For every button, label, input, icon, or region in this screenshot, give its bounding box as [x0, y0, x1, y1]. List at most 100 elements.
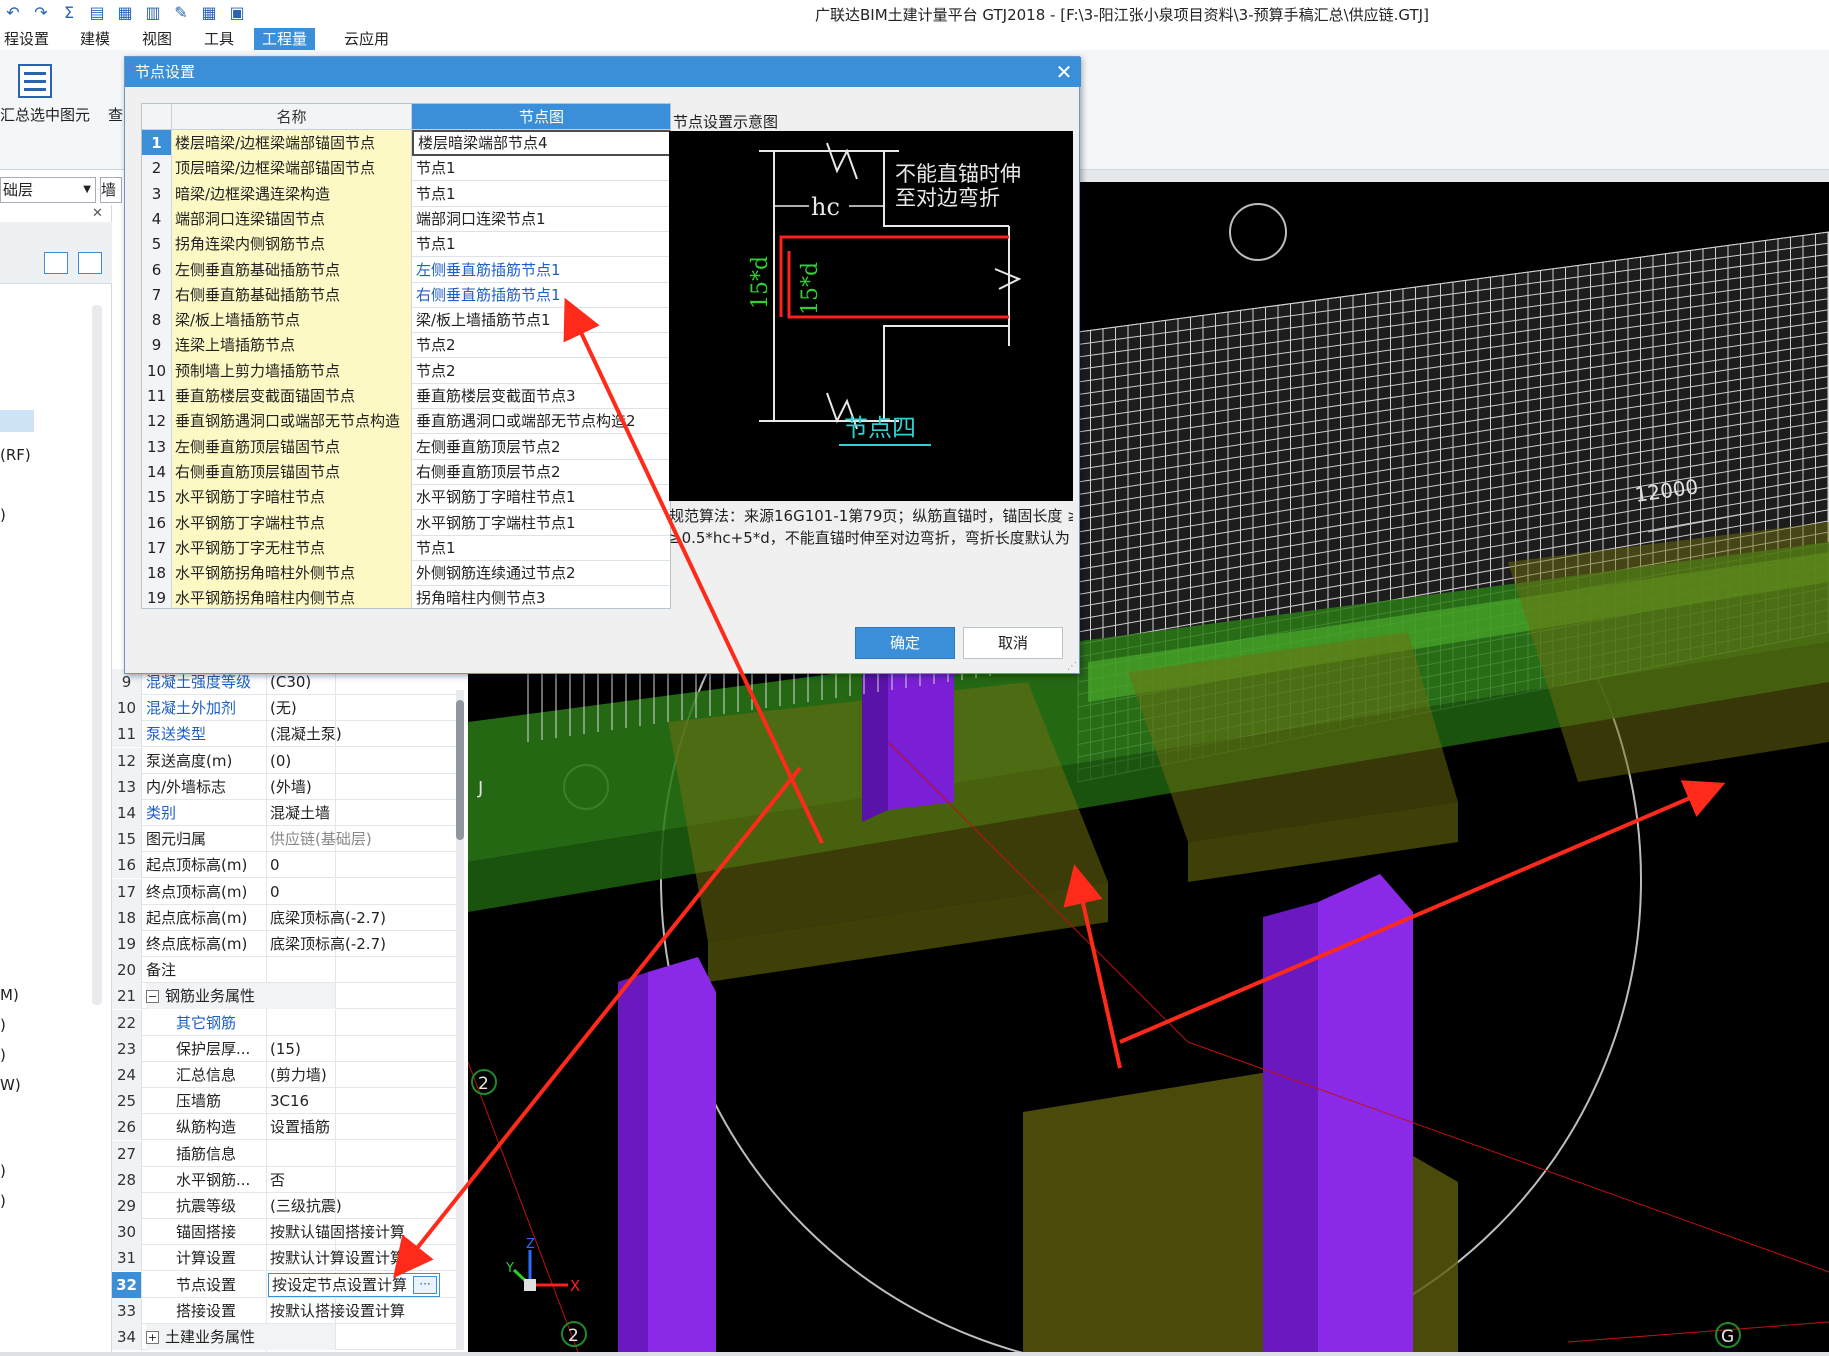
- node-table-row[interactable]: 18 水平钢筋拐角暗柱外侧节点 外侧钢筋连续通过节点2: [142, 560, 670, 587]
- node-table-row[interactable]: 19 水平钢筋拐角暗柱内侧节点 拐角暗柱内侧节点3: [142, 585, 670, 608]
- menu-quantities[interactable]: 工程量: [254, 28, 316, 50]
- property-value[interactable]: 混凝土墙: [270, 800, 330, 826]
- column-header-diagram[interactable]: 节点图: [412, 104, 670, 130]
- left-tree-selected-row[interactable]: [0, 410, 34, 432]
- node-table-row[interactable]: 12 垂直钢筋遇洞口或端部无节点构造 垂直筋遇洞口或端部无节点构造2: [142, 408, 670, 435]
- property-value[interactable]: (无): [270, 695, 297, 721]
- property-row[interactable]: 19 终点底标高(m) 底梁顶标高(-2.7): [112, 931, 464, 957]
- axis-gizmo[interactable]: Z X Y: [505, 1237, 580, 1295]
- left-tree-item[interactable]: W): [0, 1076, 21, 1094]
- node-diagram-cell[interactable]: 节点2: [412, 332, 670, 358]
- node-diagram-cell[interactable]: 水平钢筋丁字端柱节点1: [412, 510, 670, 536]
- node-table-row[interactable]: 3 暗梁/边框梁遇连梁构造 节点1: [142, 180, 670, 207]
- property-row[interactable]: 21− 钢筋业务属性: [112, 983, 464, 1010]
- cancel-button[interactable]: 取消: [963, 627, 1063, 659]
- left-tree-item[interactable]: ): [0, 1046, 6, 1064]
- floor-select[interactable]: 础层 ▼: [0, 177, 96, 203]
- property-row[interactable]: 18 起点底标高(m) 底梁顶标高(-2.7): [112, 904, 464, 931]
- node-diagram-cell[interactable]: 水平钢筋丁字暗柱节点1: [412, 484, 670, 510]
- menu-project-settings[interactable]: 程设置: [0, 28, 57, 50]
- node-diagram-cell[interactable]: 外侧钢筋连续通过节点2: [412, 560, 670, 586]
- resize-grip-icon[interactable]: ⋰: [1067, 661, 1077, 672]
- node-diagram-cell[interactable]: 节点2: [412, 358, 670, 384]
- property-value[interactable]: 底梁顶标高(-2.7): [270, 905, 386, 931]
- node-table-row[interactable]: 10 预制墙上剪力墙插筋节点 节点2: [142, 357, 670, 384]
- node-diagram-cell[interactable]: 端部洞口连梁节点1: [412, 206, 670, 232]
- node-diagram-cell[interactable]: 拐角暗柱内侧节点3: [412, 585, 670, 608]
- property-row[interactable]: 23 保护层厚... (15): [112, 1035, 464, 1062]
- node-table-row[interactable]: 8 梁/板上墙插筋节点 梁/板上墙插筋节点1: [142, 307, 670, 334]
- property-row[interactable]: 25 压墙筋 3C16: [112, 1088, 464, 1115]
- property-value[interactable]: 底梁顶标高(-2.7): [270, 931, 386, 957]
- node-table-row[interactable]: 11 垂直筋楼层变截面锚固节点 垂直筋楼层变截面节点3: [142, 383, 670, 409]
- property-row[interactable]: 24 汇总信息 (剪力墙): [112, 1062, 464, 1088]
- menu-tools[interactable]: 工具: [196, 28, 242, 50]
- property-value[interactable]: 按默认锚固搭接计算: [270, 1219, 405, 1245]
- property-value[interactable]: (剪力墙): [270, 1062, 327, 1088]
- redo-icon[interactable]: ↷: [30, 3, 52, 23]
- calc-icon[interactable]: ▦: [114, 3, 136, 23]
- property-row[interactable]: 20 备注: [112, 957, 464, 984]
- menu-view[interactable]: 视图: [134, 28, 180, 50]
- node-diagram-cell[interactable]: 节点1: [412, 535, 670, 561]
- ok-button[interactable]: 确定: [855, 627, 955, 659]
- node-table-row[interactable]: 4 端部洞口连梁锚固节点 端部洞口连梁节点1: [142, 205, 670, 232]
- property-value[interactable]: 0: [270, 879, 280, 905]
- property-value[interactable]: 否: [270, 1167, 285, 1193]
- property-row[interactable]: 34 + 土建业务属性: [112, 1324, 464, 1350]
- undo-icon[interactable]: ↶: [2, 3, 24, 23]
- node-table-row[interactable]: 9 连梁上墙插筋节点 节点2: [142, 332, 670, 359]
- list-view-icon[interactable]: [44, 252, 68, 274]
- node-diagram-cell[interactable]: 节点1: [412, 155, 670, 181]
- property-row[interactable]: 22 其它钢筋: [112, 1009, 464, 1036]
- column-header-name[interactable]: 名称: [172, 104, 412, 130]
- menu-modeling[interactable]: 建模: [72, 28, 118, 50]
- grid-icon[interactable]: ▦: [198, 3, 220, 23]
- property-value[interactable]: 供应链(基础层): [270, 826, 372, 852]
- summarize-selected-button[interactable]: 汇总选中图元: [0, 104, 90, 125]
- property-row[interactable]: 14 类别 混凝土墙: [112, 800, 464, 826]
- property-row[interactable]: 17 终点顶标高(m) 0: [112, 878, 464, 905]
- left-tree-item[interactable]: ): [0, 506, 6, 524]
- property-row[interactable]: 13 内/外墙标志 (外墙): [112, 773, 464, 800]
- save-icon[interactable]: ▣: [226, 3, 248, 23]
- property-value[interactable]: 0: [270, 852, 280, 878]
- left-tree-item[interactable]: ): [0, 1162, 6, 1180]
- property-value[interactable]: 按默认搭接设置计算: [270, 1298, 405, 1324]
- node-diagram-cell[interactable]: 节点1: [412, 231, 670, 257]
- property-row[interactable]: 16 起点顶标高(m) 0: [112, 852, 464, 879]
- sum-icon[interactable]: Σ: [58, 3, 80, 23]
- node-table-row[interactable]: 7 右侧垂直筋基础插筋节点 右侧垂直筋插筋节点1: [142, 281, 670, 308]
- node-table-row[interactable]: 17 水平钢筋丁字无柱节点 节点1: [142, 534, 670, 561]
- table-icon[interactable]: ▥: [142, 3, 164, 23]
- expand-icon[interactable]: +: [146, 1331, 159, 1344]
- left-tree-item[interactable]: ): [0, 1192, 6, 1210]
- node-table-row[interactable]: 16 水平钢筋丁字端柱节点 水平钢筋丁字端柱节点1: [142, 509, 670, 536]
- left-tree-item[interactable]: M): [0, 986, 19, 1004]
- property-value[interactable]: (三级抗震): [270, 1193, 342, 1219]
- property-row[interactable]: 11 泵送类型 (混凝土泵): [112, 721, 464, 748]
- property-scrollbar-thumb[interactable]: [456, 700, 464, 840]
- node-diagram-cell[interactable]: 左侧垂直筋插筋节点1: [412, 257, 670, 283]
- node-diagram-cell[interactable]: 楼层暗梁端部节点4: [412, 130, 670, 156]
- property-row[interactable]: 10 混凝土外加剂 (无): [112, 695, 464, 722]
- property-row[interactable]: 27 插筋信息: [112, 1140, 464, 1167]
- left-tree-item[interactable]: ): [0, 1016, 6, 1034]
- property-row[interactable]: 12 泵送高度(m) (0): [112, 747, 464, 774]
- property-row[interactable]: 29 抗震等级 (三级抗震): [112, 1193, 464, 1219]
- property-row[interactable]: 15 图元归属 供应链(基础层): [112, 826, 464, 853]
- pencil-icon[interactable]: ✎: [170, 3, 192, 23]
- close-icon[interactable]: ✕: [1049, 57, 1079, 87]
- node-diagram-cell[interactable]: 右侧垂直筋插筋节点1: [412, 282, 670, 308]
- menu-cloud[interactable]: 云应用: [336, 28, 397, 50]
- node-diagram-cell[interactable]: 垂直筋遇洞口或端部无节点构造2: [412, 408, 670, 434]
- property-row[interactable]: 26 纵筋构造 设置插筋: [112, 1114, 464, 1141]
- property-value[interactable]: (混凝土泵): [270, 721, 342, 747]
- left-tree-item[interactable]: (RF): [0, 446, 31, 464]
- property-row[interactable]: 33 搭接设置 按默认搭接设置计算: [112, 1297, 464, 1324]
- node-diagram-cell[interactable]: 右侧垂直筋顶层节点2: [412, 459, 670, 485]
- card-view-icon[interactable]: [78, 252, 102, 274]
- property-row[interactable]: 31 计算设置 按默认计算设置计算: [112, 1245, 464, 1272]
- node-table-row[interactable]: 14 右侧垂直筋顶层锚固节点 右侧垂直筋顶层节点2: [142, 458, 670, 485]
- query-button[interactable]: 查: [108, 104, 123, 125]
